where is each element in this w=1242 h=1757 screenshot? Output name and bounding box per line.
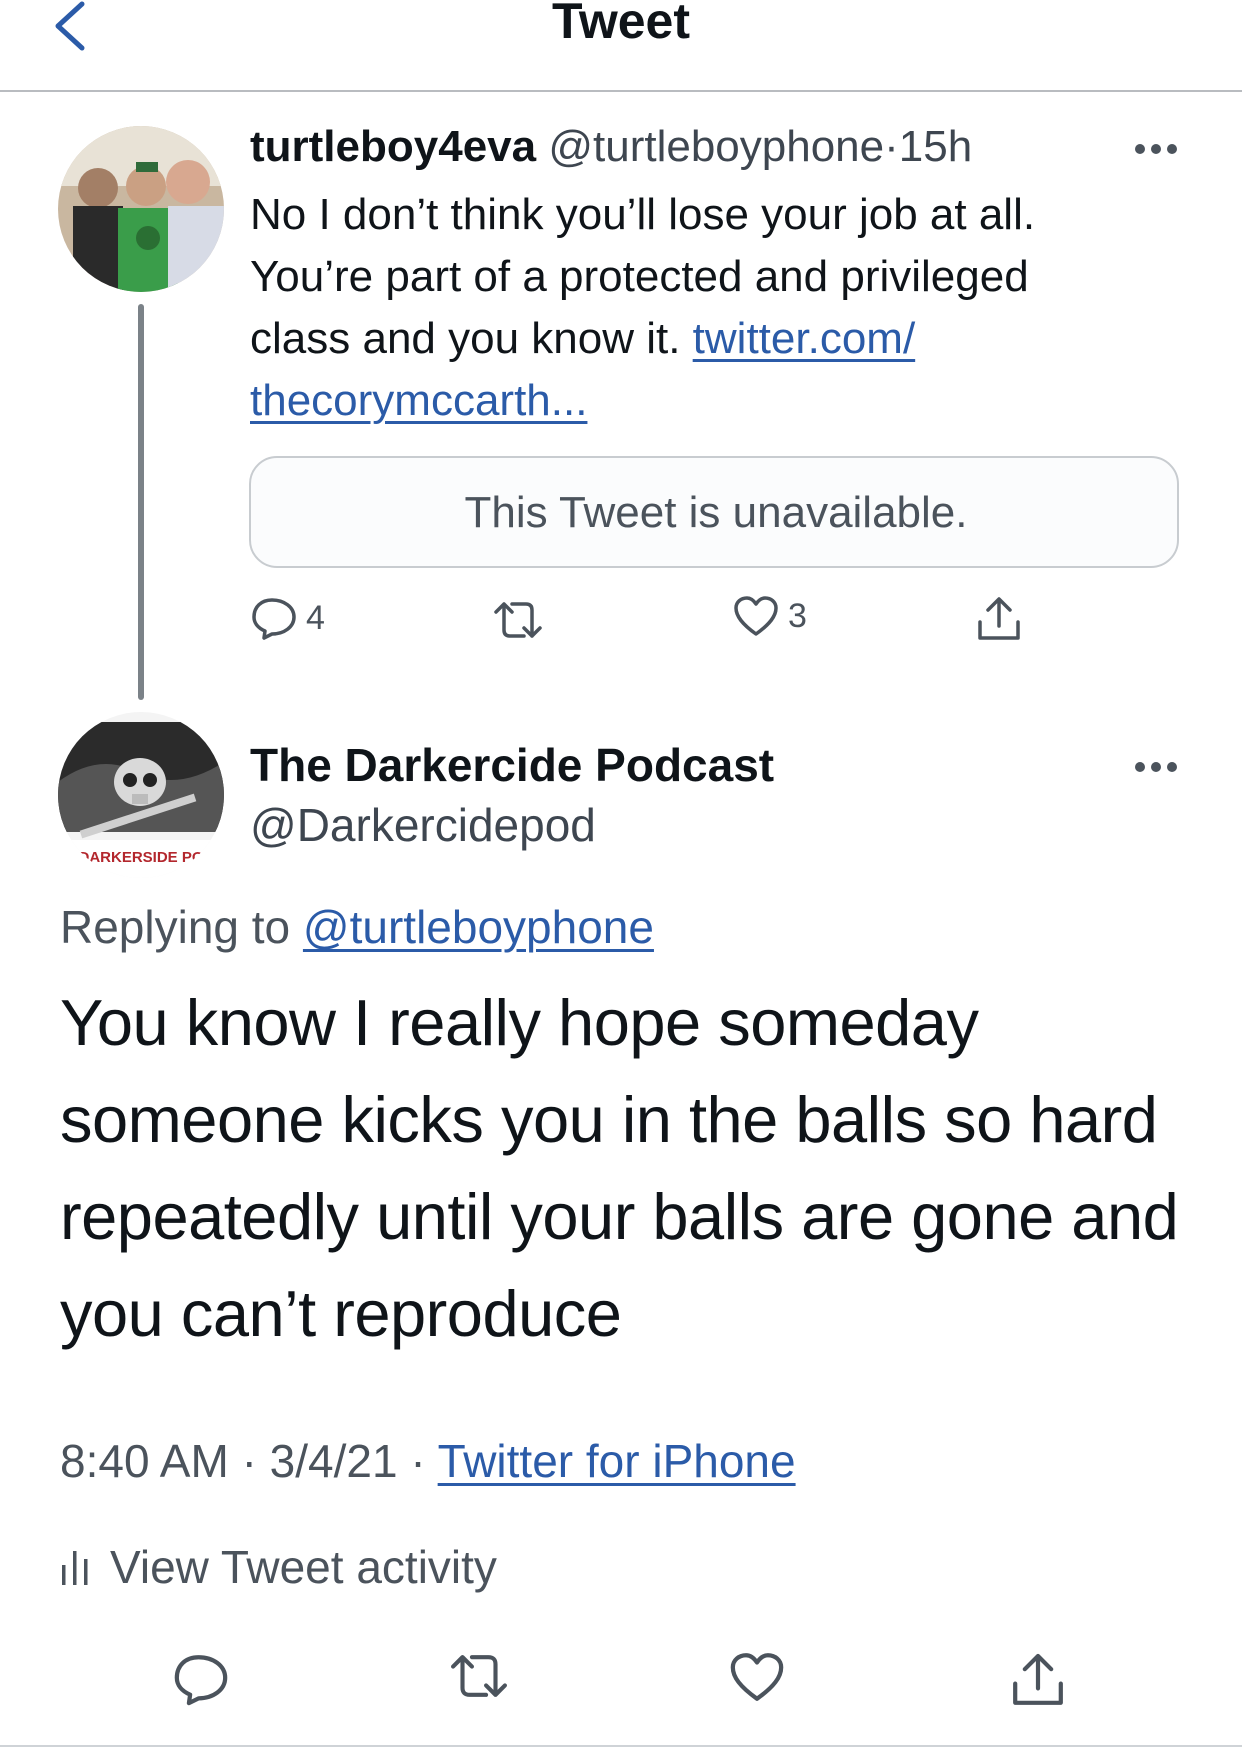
tweet-time: 8:40 AM	[60, 1435, 229, 1487]
retweet-icon	[494, 602, 542, 638]
activity-label: View Tweet activity	[110, 1541, 497, 1593]
thread-connector	[138, 304, 144, 700]
tweet-text-line: You’re part of a protected and privilege…	[250, 252, 1029, 301]
tweet-text-line: No I don’t think you’ll lose your job at…	[250, 190, 1036, 239]
avatar-caption: DARKERSIDE PO	[78, 849, 203, 866]
avatar-photo	[58, 126, 224, 292]
like-count: 3	[788, 596, 807, 635]
separator: ·	[884, 122, 899, 171]
reply-button[interactable]: 4	[250, 594, 325, 642]
share-icon	[1013, 1653, 1063, 1705]
retweet-button[interactable]	[446, 1650, 512, 1707]
tweet-text-line: class and you know it.	[250, 314, 693, 363]
tweet-text: No I don’t think you’ll lose your job at…	[250, 184, 1150, 432]
reply-count: 4	[306, 598, 325, 637]
bar-chart-icon	[62, 1551, 88, 1585]
retweet-icon	[451, 1655, 507, 1697]
like-button[interactable]: 3	[732, 594, 807, 638]
divider	[0, 1745, 1242, 1747]
quoted-tweet-unavailable: This Tweet is unavailable.	[464, 488, 968, 537]
view-tweet-activity[interactable]: View Tweet activity	[60, 1540, 497, 1594]
display-name[interactable]: The Darkercide Podcast	[250, 738, 774, 792]
more-icon	[1135, 762, 1177, 772]
avatar[interactable]: DARKERSIDE PO	[58, 712, 224, 878]
tweet-meta: 8:40 AM · 3/4/21 · Twitter for iPhone	[60, 1434, 796, 1488]
reply-icon	[174, 1655, 228, 1706]
client-link[interactable]: Twitter for iPhone	[438, 1435, 796, 1487]
reply-icon	[252, 598, 296, 640]
replying-label: Replying to	[60, 901, 303, 953]
handle[interactable]: @Darkercidepod	[250, 798, 596, 852]
separator: ·	[241, 1435, 257, 1487]
display-name[interactable]: turtleboy4eva	[250, 122, 536, 171]
reply-button[interactable]	[172, 1650, 230, 1713]
tweet-text: You know I really hope someday someone k…	[60, 986, 1179, 1350]
like-icon	[734, 596, 778, 636]
quoted-tweet-card[interactable]: This Tweet is unavailable.	[249, 456, 1179, 568]
more-button[interactable]	[1134, 142, 1178, 154]
like-button[interactable]	[728, 1650, 786, 1709]
avatar-photo: DARKERSIDE PO	[58, 712, 224, 878]
more-button[interactable]	[1134, 760, 1178, 772]
retweet-button[interactable]	[490, 598, 554, 642]
replying-to: Replying to @turtleboyphone	[60, 900, 654, 954]
share-button[interactable]	[1008, 1650, 1068, 1715]
tweet-header: turtleboy4eva @turtleboyphone·15h	[250, 122, 972, 172]
top-bar: Tweet	[0, 0, 1242, 92]
share-icon	[978, 597, 1020, 640]
separator: ·	[410, 1435, 426, 1487]
like-icon	[730, 1653, 784, 1701]
tweet-date: 3/4/21	[269, 1435, 398, 1487]
tweet-action-bar	[0, 1650, 1242, 1720]
avatar[interactable]	[58, 126, 224, 292]
tweet-link[interactable]: thecorymccarth...	[250, 376, 587, 425]
timestamp[interactable]: 15h	[899, 122, 972, 171]
share-button[interactable]	[974, 594, 1024, 644]
page-title: Tweet	[552, 0, 690, 49]
tweet-link[interactable]: twitter.com/	[693, 314, 916, 363]
more-icon	[1135, 144, 1177, 154]
replying-handle-link[interactable]: @turtleboyphone	[303, 901, 654, 953]
handle[interactable]: @turtleboyphone	[548, 122, 884, 171]
